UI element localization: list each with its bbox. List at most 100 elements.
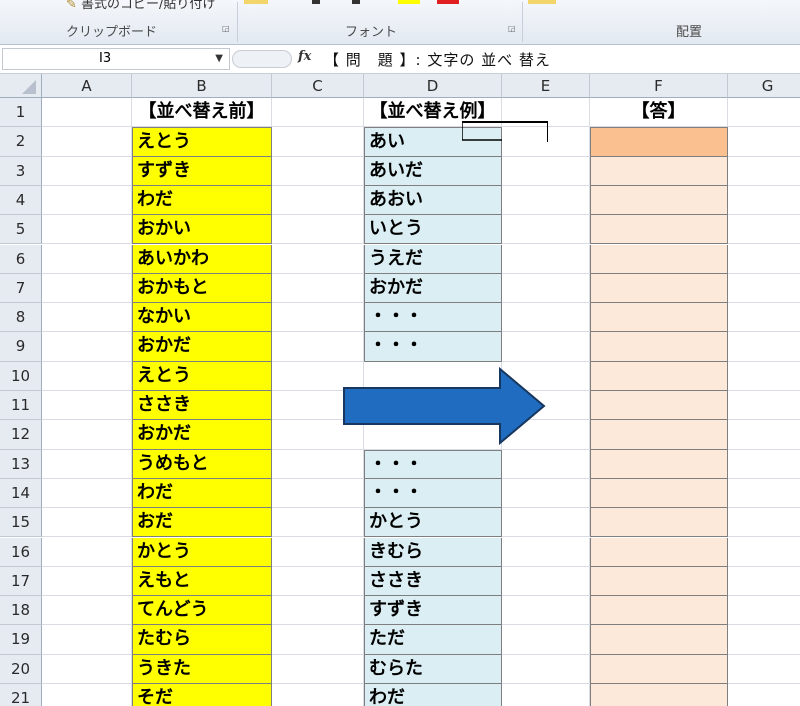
cell-e21[interactable]	[502, 684, 590, 706]
example-cell-d9[interactable]: ・・・	[364, 332, 502, 362]
answer-cell-f14[interactable]	[590, 478, 728, 509]
cell-a18[interactable]	[42, 596, 132, 626]
cell-e4[interactable]	[502, 185, 590, 216]
cell-e20[interactable]	[502, 654, 590, 684]
example-cell-d6[interactable]: うえだ	[364, 244, 502, 274]
before-cell-b12[interactable]: おかだ	[132, 420, 272, 450]
cell-c7[interactable]	[272, 273, 364, 304]
cell-c15[interactable]	[272, 508, 364, 538]
answer-cell-f16[interactable]	[590, 537, 728, 567]
cell-g20[interactable]	[728, 655, 800, 684]
example-cell-d21[interactable]: わだ	[364, 684, 502, 706]
format-painter-button[interactable]: ✎ 書式のコピー/貼り付け	[66, 0, 215, 12]
cell-a7[interactable]	[42, 273, 132, 304]
cell-g4[interactable]	[728, 186, 800, 216]
row-header-7[interactable]: 7	[0, 273, 42, 304]
fill-swatch[interactable]	[352, 0, 360, 4]
before-cell-b7[interactable]: おかもと	[132, 273, 272, 304]
row-header-1[interactable]: 1	[0, 98, 42, 128]
row-header-18[interactable]: 18	[0, 596, 42, 626]
before-cell-b20[interactable]: うきた	[132, 654, 272, 684]
cell-e8[interactable]	[502, 303, 590, 333]
cell-e6[interactable]	[502, 244, 590, 274]
row-header-17[interactable]: 17	[0, 566, 42, 597]
cell-g12[interactable]	[728, 420, 800, 450]
answer-cell-f2[interactable]	[590, 127, 728, 157]
column-header-g[interactable]: G	[728, 74, 800, 98]
example-cell-d4[interactable]: あおい	[364, 185, 502, 216]
cell-c18[interactable]	[272, 596, 364, 626]
cell-g1[interactable]	[728, 98, 800, 128]
before-cell-b13[interactable]: うめもと	[132, 449, 272, 479]
cell-g19[interactable]	[728, 625, 800, 655]
before-cell-b15[interactable]: おだ	[132, 508, 272, 538]
answer-cell-f18[interactable]	[590, 596, 728, 626]
cell-e5[interactable]	[502, 215, 590, 245]
formula-bar-resize-handle[interactable]	[232, 50, 292, 68]
answer-cell-f6[interactable]	[590, 244, 728, 274]
cell-c1[interactable]	[272, 98, 364, 128]
alignment-swatch[interactable]	[528, 0, 556, 4]
example-cell-d16[interactable]: きむら	[364, 537, 502, 567]
row-header-11[interactable]: 11	[0, 391, 42, 421]
before-cell-b10[interactable]: えとう	[132, 361, 272, 391]
cell-e16[interactable]	[502, 537, 590, 567]
cell-g18[interactable]	[728, 596, 800, 626]
dialog-launcher-icon[interactable]: ◲	[508, 24, 517, 33]
cell-a6[interactable]	[42, 244, 132, 274]
row-header-21[interactable]: 21	[0, 684, 42, 706]
cell-g7[interactable]	[728, 274, 800, 304]
cell-a10[interactable]	[42, 361, 132, 391]
example-cell-d19[interactable]: ただ	[364, 625, 502, 655]
cell-a11[interactable]	[42, 391, 132, 421]
cell-a16[interactable]	[42, 537, 132, 567]
cell-a12[interactable]	[42, 420, 132, 450]
cell-a8[interactable]	[42, 303, 132, 333]
before-cell-b18[interactable]: てんどう	[132, 596, 272, 626]
cell-a2[interactable]	[42, 127, 132, 157]
row-header-4[interactable]: 4	[0, 185, 42, 216]
cell-c8[interactable]	[272, 303, 364, 333]
cell-g8[interactable]	[728, 303, 800, 333]
example-cell-d15[interactable]: かとう	[364, 508, 502, 538]
cell-a9[interactable]	[42, 332, 132, 362]
example-cell-d5[interactable]: いとう	[364, 215, 502, 245]
before-cell-b19[interactable]: たむら	[132, 625, 272, 655]
example-cell-d20[interactable]: むらた	[364, 654, 502, 684]
cell-g6[interactable]	[728, 245, 800, 274]
column-header-a[interactable]: A	[42, 74, 132, 98]
cell-e18[interactable]	[502, 596, 590, 626]
row-header-3[interactable]: 3	[0, 156, 42, 186]
select-all-button[interactable]	[0, 74, 42, 98]
row-header-9[interactable]: 9	[0, 332, 42, 362]
cell-e15[interactable]	[502, 508, 590, 538]
right-arrow-shape[interactable]	[340, 366, 550, 446]
answer-cell-f7[interactable]	[590, 273, 728, 304]
answer-cell-f11[interactable]	[590, 391, 728, 421]
cell-a5[interactable]	[42, 215, 132, 245]
cell-c14[interactable]	[272, 478, 364, 509]
cell-e2[interactable]	[502, 127, 590, 157]
cell-g14[interactable]	[728, 479, 800, 509]
before-cell-b4[interactable]: わだ	[132, 185, 272, 216]
answer-cell-f10[interactable]	[590, 361, 728, 391]
before-cell-b16[interactable]: かとう	[132, 537, 272, 567]
cell-a19[interactable]	[42, 625, 132, 655]
before-header[interactable]: 【並べ替え前】	[132, 98, 272, 128]
before-cell-b14[interactable]: わだ	[132, 478, 272, 509]
answer-cell-f19[interactable]	[590, 625, 728, 655]
highlight-color-swatch[interactable]	[398, 0, 420, 4]
answer-cell-f5[interactable]	[590, 215, 728, 245]
row-header-8[interactable]: 8	[0, 303, 42, 333]
before-cell-b3[interactable]: すずき	[132, 156, 272, 186]
before-cell-b21[interactable]: そだ	[132, 684, 272, 706]
column-header-c[interactable]: C	[272, 74, 364, 98]
before-cell-b8[interactable]: なかい	[132, 303, 272, 333]
cell-g10[interactable]	[728, 362, 800, 391]
border-swatch[interactable]	[312, 0, 320, 4]
cell-c13[interactable]	[272, 449, 364, 479]
cell-a1[interactable]	[42, 98, 132, 128]
bold-swatch[interactable]	[244, 0, 268, 4]
before-cell-b6[interactable]: あいかわ	[132, 244, 272, 274]
cell-g5[interactable]	[728, 215, 800, 245]
